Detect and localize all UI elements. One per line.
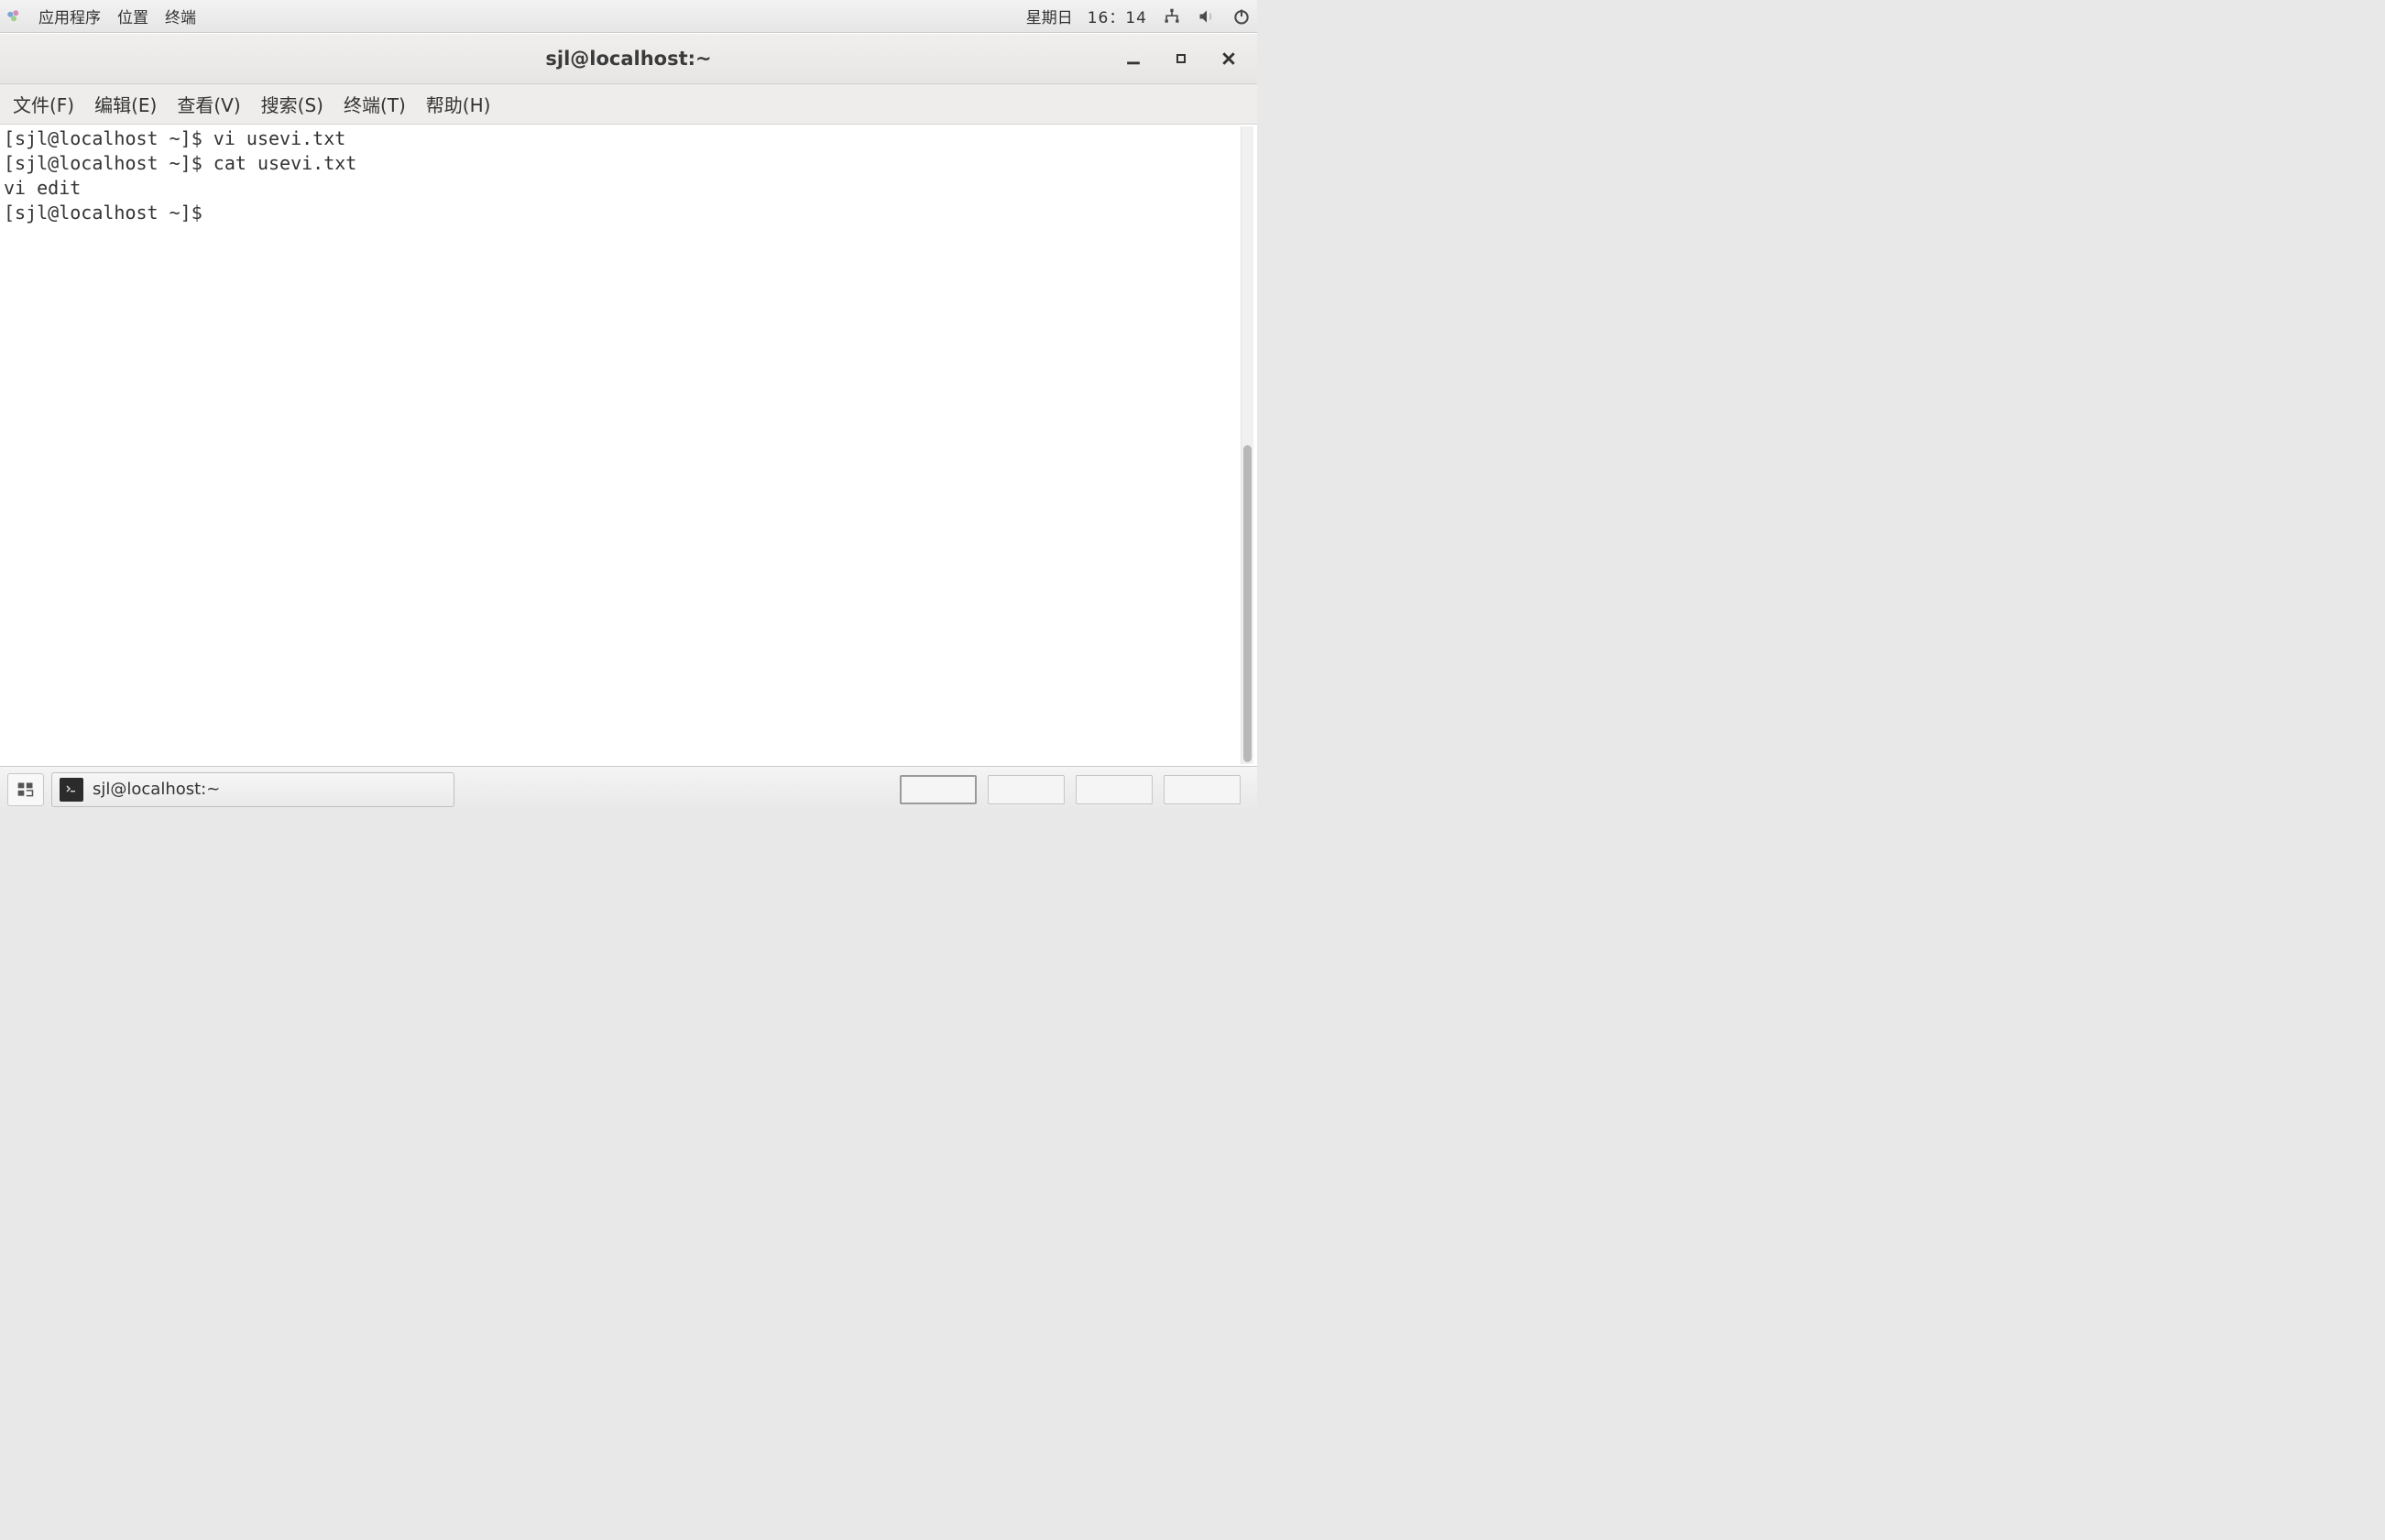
terminal-icon bbox=[60, 778, 83, 802]
menu-help[interactable]: 帮助(H) bbox=[426, 91, 491, 117]
window-titlebar: sjl@localhost:~ bbox=[0, 34, 1257, 84]
terminal-launcher[interactable]: 终端 bbox=[165, 5, 196, 27]
scrollbar-track[interactable] bbox=[1241, 126, 1253, 764]
scrollbar-thumb[interactable] bbox=[1243, 445, 1252, 762]
workspace-switcher bbox=[900, 775, 1250, 804]
clock-day[interactable]: 星期日 bbox=[1026, 5, 1073, 27]
applications-menu[interactable]: 应用程序 bbox=[38, 5, 101, 27]
terminal-menubar: 文件(F) 编辑(E) 查看(V) 搜索(S) 终端(T) 帮助(H) bbox=[0, 84, 1257, 125]
workspace-3[interactable] bbox=[1076, 775, 1153, 804]
taskbar-window-label: sjl@localhost:~ bbox=[93, 780, 220, 799]
gnome-top-panel: 应用程序 位置 终端 星期日 16：14 bbox=[0, 0, 1257, 33]
terminal-viewport[interactable]: [sjl@localhost ~]$ vi usevi.txt [sjl@loc… bbox=[0, 125, 1257, 766]
minimize-button[interactable] bbox=[1125, 50, 1142, 67]
distro-logo-icon bbox=[5, 8, 22, 25]
terminal-window: sjl@localhost:~ 文件(F) 编辑(E) 查看(V) 搜索(S) … bbox=[0, 33, 1257, 766]
gnome-bottom-panel: sjl@localhost:~ bbox=[0, 766, 1257, 812]
menu-terminal[interactable]: 终端(T) bbox=[344, 91, 406, 117]
menu-edit[interactable]: 编辑(E) bbox=[94, 91, 157, 117]
taskbar-window-button[interactable]: sjl@localhost:~ bbox=[51, 772, 454, 807]
places-menu[interactable]: 位置 bbox=[117, 5, 148, 27]
clock-time[interactable]: 16：14 bbox=[1088, 5, 1147, 27]
close-button[interactable] bbox=[1220, 50, 1237, 67]
menu-file[interactable]: 文件(F) bbox=[13, 91, 74, 117]
show-desktop-button[interactable] bbox=[7, 773, 44, 806]
volume-icon[interactable] bbox=[1197, 6, 1217, 27]
power-icon[interactable] bbox=[1231, 6, 1252, 27]
workspace-4[interactable] bbox=[1164, 775, 1241, 804]
network-icon[interactable] bbox=[1162, 6, 1182, 27]
workspace-2[interactable] bbox=[988, 775, 1065, 804]
maximize-button[interactable] bbox=[1173, 50, 1189, 67]
window-title: sjl@localhost:~ bbox=[545, 48, 711, 70]
menu-search[interactable]: 搜索(S) bbox=[261, 91, 323, 117]
terminal-output: [sjl@localhost ~]$ vi usevi.txt [sjl@loc… bbox=[4, 126, 1241, 764]
menu-view[interactable]: 查看(V) bbox=[177, 91, 240, 117]
workspace-1[interactable] bbox=[900, 775, 977, 804]
